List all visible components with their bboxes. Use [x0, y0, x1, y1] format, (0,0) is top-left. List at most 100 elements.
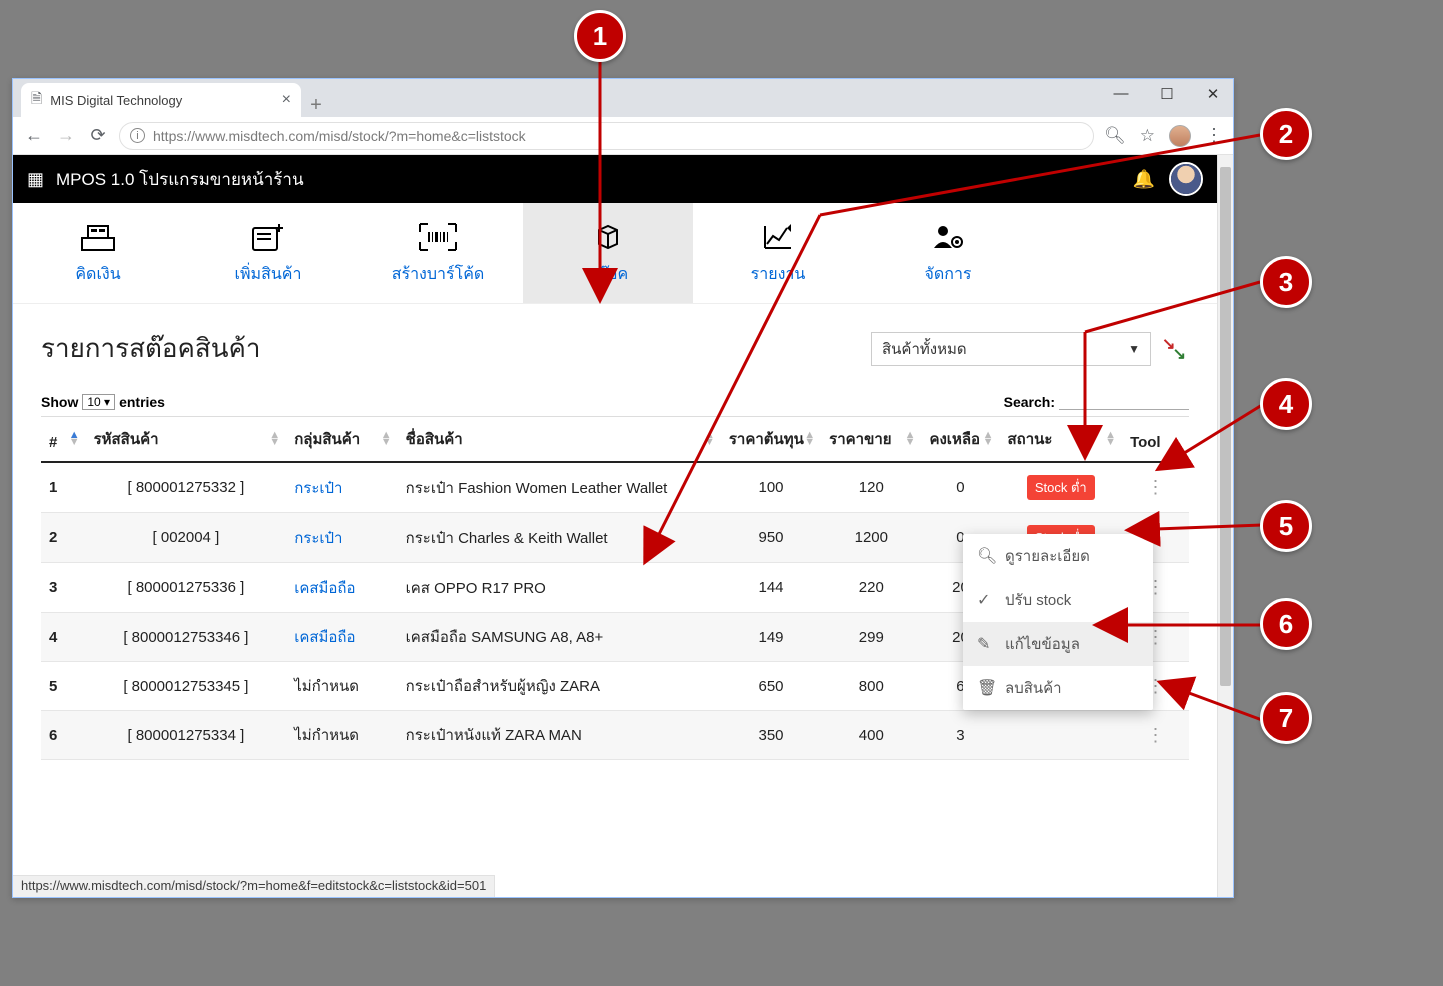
minimize-button[interactable]: — — [1109, 85, 1133, 103]
nav-label: เพิ่มสินค้า — [235, 262, 302, 287]
group-link[interactable]: เคสมือถือ — [294, 580, 355, 597]
report-icon — [761, 220, 795, 254]
th-price[interactable]: ราคาขาย▲▼ — [821, 417, 921, 463]
back-button[interactable]: ← — [23, 125, 45, 146]
cell-cost: 650 — [721, 662, 821, 711]
cell-index: 1 — [41, 462, 86, 513]
browser-window: — ☐ ✕ 🗎 MIS Digital Technology × + ← → ⟳… — [12, 78, 1234, 898]
nav-barcode[interactable]: สร้างบาร์โค้ด — [353, 203, 523, 303]
new-tab-button[interactable]: + — [301, 94, 331, 117]
callout-6: 6 — [1260, 598, 1312, 650]
row-menu-item[interactable]: ✎แก้ไขข้อมูล — [963, 622, 1153, 666]
apps-grid-icon[interactable]: ▦ — [27, 169, 44, 190]
cell-code: [ 002004 ] — [86, 513, 287, 563]
nav-label: สต๊อค — [588, 262, 628, 287]
nav-manage[interactable]: จัดการ — [863, 203, 1033, 303]
menu-item-label: ปรับ stock — [1005, 588, 1071, 612]
close-tab-button[interactable]: × — [282, 91, 291, 109]
notifications-icon[interactable]: 🔔 — [1133, 169, 1155, 190]
entries-label: entries — [119, 394, 165, 410]
maximize-button[interactable]: ☐ — [1155, 85, 1179, 103]
pencil-icon: ✎ — [977, 634, 995, 654]
callout-1: 1 — [574, 10, 626, 62]
document-icon: 🗎 — [31, 88, 42, 112]
callout-2: 2 — [1260, 108, 1312, 160]
callout-4: 4 — [1260, 378, 1312, 430]
cell-price: 120 — [821, 462, 921, 513]
url-field[interactable]: i https://www.misdtech.com/misd/stock/?m… — [119, 122, 1094, 150]
group-link[interactable]: กระเป๋า — [294, 530, 342, 547]
browser-tab[interactable]: 🗎 MIS Digital Technology × — [21, 83, 301, 117]
th-status[interactable]: สถานะ▲▼ — [999, 417, 1122, 463]
cell-price: 400 — [821, 711, 921, 760]
cell-name: กระเป๋าหนังแท้ ZARA MAN — [398, 711, 721, 760]
group-link[interactable]: เคสมือถือ — [294, 629, 355, 646]
profile-avatar-icon[interactable] — [1169, 125, 1191, 147]
table-row: 6 [ 800001275334 ] ไม่กำหนด กระเป๋าหนังแ… — [41, 711, 1189, 760]
row-actions-button[interactable]: ⋮ — [1147, 725, 1165, 745]
cell-name: กระเป๋าถือสำหรับผู้หญิง ZARA — [398, 662, 721, 711]
nav-label: จัดการ — [924, 262, 971, 287]
forward-button[interactable]: → — [55, 125, 77, 146]
search-input[interactable] — [1059, 393, 1189, 410]
row-menu-item[interactable]: 🗑ลบสินค้า — [963, 666, 1153, 710]
main-nav: คิดเงิน เพิ่มสินค้า สร้างบาร์โค้ด — [13, 203, 1217, 304]
site-info-icon[interactable]: i — [130, 128, 145, 143]
cell-price: 1200 — [821, 513, 921, 563]
callout-7: 7 — [1260, 692, 1312, 744]
nav-stock[interactable]: สต๊อค — [523, 203, 693, 303]
menu-item-label: ลบสินค้า — [1005, 676, 1062, 700]
category-filter-dropdown[interactable]: สินค้าทั้งหมด ▼ — [871, 332, 1151, 366]
chevron-down-icon: ▼ — [1128, 342, 1140, 356]
nav-cash[interactable]: คิดเงิน — [13, 203, 183, 303]
vertical-scrollbar[interactable] — [1217, 155, 1233, 897]
cell-cost: 100 — [721, 462, 821, 513]
nav-add-product[interactable]: เพิ่มสินค้า — [183, 203, 353, 303]
swap-arrows-icon: ↘↘ — [1162, 338, 1186, 360]
status-badge-low: Stock ต่ำ — [1027, 475, 1095, 500]
check-icon: ✓ — [977, 590, 995, 610]
cell-index: 4 — [41, 613, 86, 662]
cell-code: [ 800001275334 ] — [86, 711, 287, 760]
nav-report[interactable]: รายงาน — [693, 203, 863, 303]
cell-name: กระเป๋า Charles & Keith Wallet — [398, 513, 721, 563]
th-name[interactable]: ชื่อสินค้า▲▼ — [398, 417, 721, 463]
cell-cost: 144 — [721, 563, 821, 613]
menu-item-label: ดูรายละเอียด — [1005, 544, 1090, 568]
bookmark-star-icon[interactable]: ☆ — [1140, 126, 1155, 146]
cell-cost: 350 — [721, 711, 821, 760]
entries-select[interactable]: 10 ▾ — [82, 394, 115, 410]
callout-3: 3 — [1260, 256, 1312, 308]
app-title: MPOS 1.0 โปรแกรมขายหน้าร้าน — [56, 166, 304, 193]
group-link[interactable]: กระเป๋า — [294, 480, 342, 497]
cell-index: 3 — [41, 563, 86, 613]
search-in-page-icon[interactable]: 🔍︎ — [1104, 126, 1126, 146]
cell-name: กระเป๋า Fashion Women Leather Wallet — [398, 462, 721, 513]
th-index[interactable]: #▲▼ — [41, 417, 86, 463]
cell-price: 220 — [821, 563, 921, 613]
th-tool: Tool — [1122, 417, 1189, 463]
nav-label: คิดเงิน — [75, 262, 120, 287]
th-code[interactable]: รหัสสินค้า▲▼ — [86, 417, 287, 463]
row-menu-item[interactable]: 🔍︎ดูรายละเอียด — [963, 534, 1153, 578]
cell-name: เคสมือถือ SAMSUNG A8, A8+ — [398, 613, 721, 662]
page-title: รายการสต๊อคสินค้า — [41, 328, 261, 369]
cell-price: 299 — [821, 613, 921, 662]
th-group[interactable]: กลุ่มสินค้า▲▼ — [286, 417, 397, 463]
browser-menu-button[interactable]: ⋮ — [1205, 125, 1223, 146]
cell-stock: 3 — [921, 711, 999, 760]
cell-stock: 0 — [921, 462, 999, 513]
th-cost[interactable]: ราคาต้นทุน▲▼ — [721, 417, 821, 463]
table-row: 1 [ 800001275332 ] กระเป๋า กระเป๋า Fashi… — [41, 462, 1189, 513]
reload-button[interactable]: ⟳ — [87, 125, 109, 146]
cell-cost: 950 — [721, 513, 821, 563]
user-avatar[interactable] — [1169, 162, 1203, 196]
stock-icon — [591, 220, 625, 254]
close-window-button[interactable]: ✕ — [1201, 85, 1225, 103]
url-text: https://www.misdtech.com/misd/stock/?m=h… — [153, 128, 526, 144]
entries-per-page: Show 10 ▾ entries — [41, 394, 165, 410]
row-menu-item[interactable]: ✓ ปรับ stock — [963, 578, 1153, 622]
row-actions-button[interactable]: ⋮ — [1147, 477, 1165, 497]
export-excel-button[interactable]: ↘↘ — [1159, 334, 1189, 364]
th-stock[interactable]: คงเหลือ▲▼ — [921, 417, 999, 463]
